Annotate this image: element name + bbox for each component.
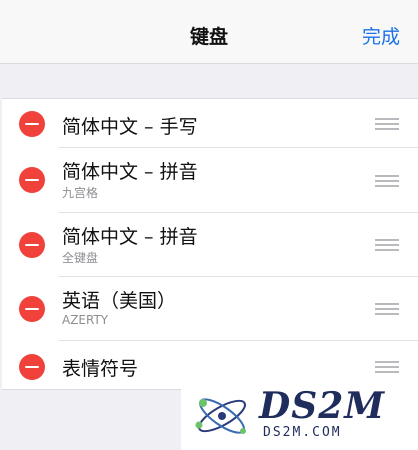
watermark: DS2M DS2M.COM [181, 385, 418, 450]
keyboard-title: 英语（美国） [62, 290, 177, 312]
keyboard-title: 表情符号 [62, 358, 139, 380]
keyboard-title: 简体中文 – 拼音 [62, 226, 198, 248]
delete-icon[interactable] [19, 232, 45, 258]
keyboard-list: 简体中文 – 手写 简体中文 – 拼音 九宫格 简体中文 – 拼音 全键盘 英语… [2, 98, 418, 390]
watermark-url: DS2M.COM [263, 425, 342, 440]
delete-icon[interactable] [19, 167, 45, 193]
delete-icon[interactable] [19, 111, 45, 137]
keyboard-row: 表情符号 [2, 341, 418, 391]
keyboard-subtitle: 全键盘 [62, 251, 99, 265]
keyboard-subtitle: AZERTY [62, 313, 109, 327]
keyboard-row: 简体中文 – 手写 [2, 99, 418, 148]
watermark-logo-text: DS2M [259, 385, 386, 427]
navigation-bar: 键盘 完成 [0, 0, 418, 64]
keyboard-row: 简体中文 – 拼音 九宫格 [2, 148, 418, 213]
done-button[interactable]: 完成 [362, 22, 400, 49]
keyboard-row: 简体中文 – 拼音 全键盘 [2, 213, 418, 277]
page-title: 键盘 [189, 26, 228, 48]
reorder-handle-icon[interactable] [375, 303, 399, 315]
keyboard-title: 简体中文 – 拼音 [62, 161, 198, 183]
reorder-handle-icon[interactable] [375, 361, 399, 373]
delete-icon[interactable] [19, 296, 45, 322]
keyboard-subtitle: 九宫格 [62, 186, 99, 200]
atom-logo-icon [195, 398, 246, 434]
keyboard-title: 简体中文 – 手写 [62, 116, 198, 138]
keyboard-row: 英语（美国） AZERTY [2, 277, 418, 341]
reorder-handle-icon[interactable] [375, 118, 399, 130]
reorder-handle-icon[interactable] [375, 239, 399, 251]
reorder-handle-icon[interactable] [375, 175, 399, 187]
delete-icon[interactable] [19, 354, 45, 380]
